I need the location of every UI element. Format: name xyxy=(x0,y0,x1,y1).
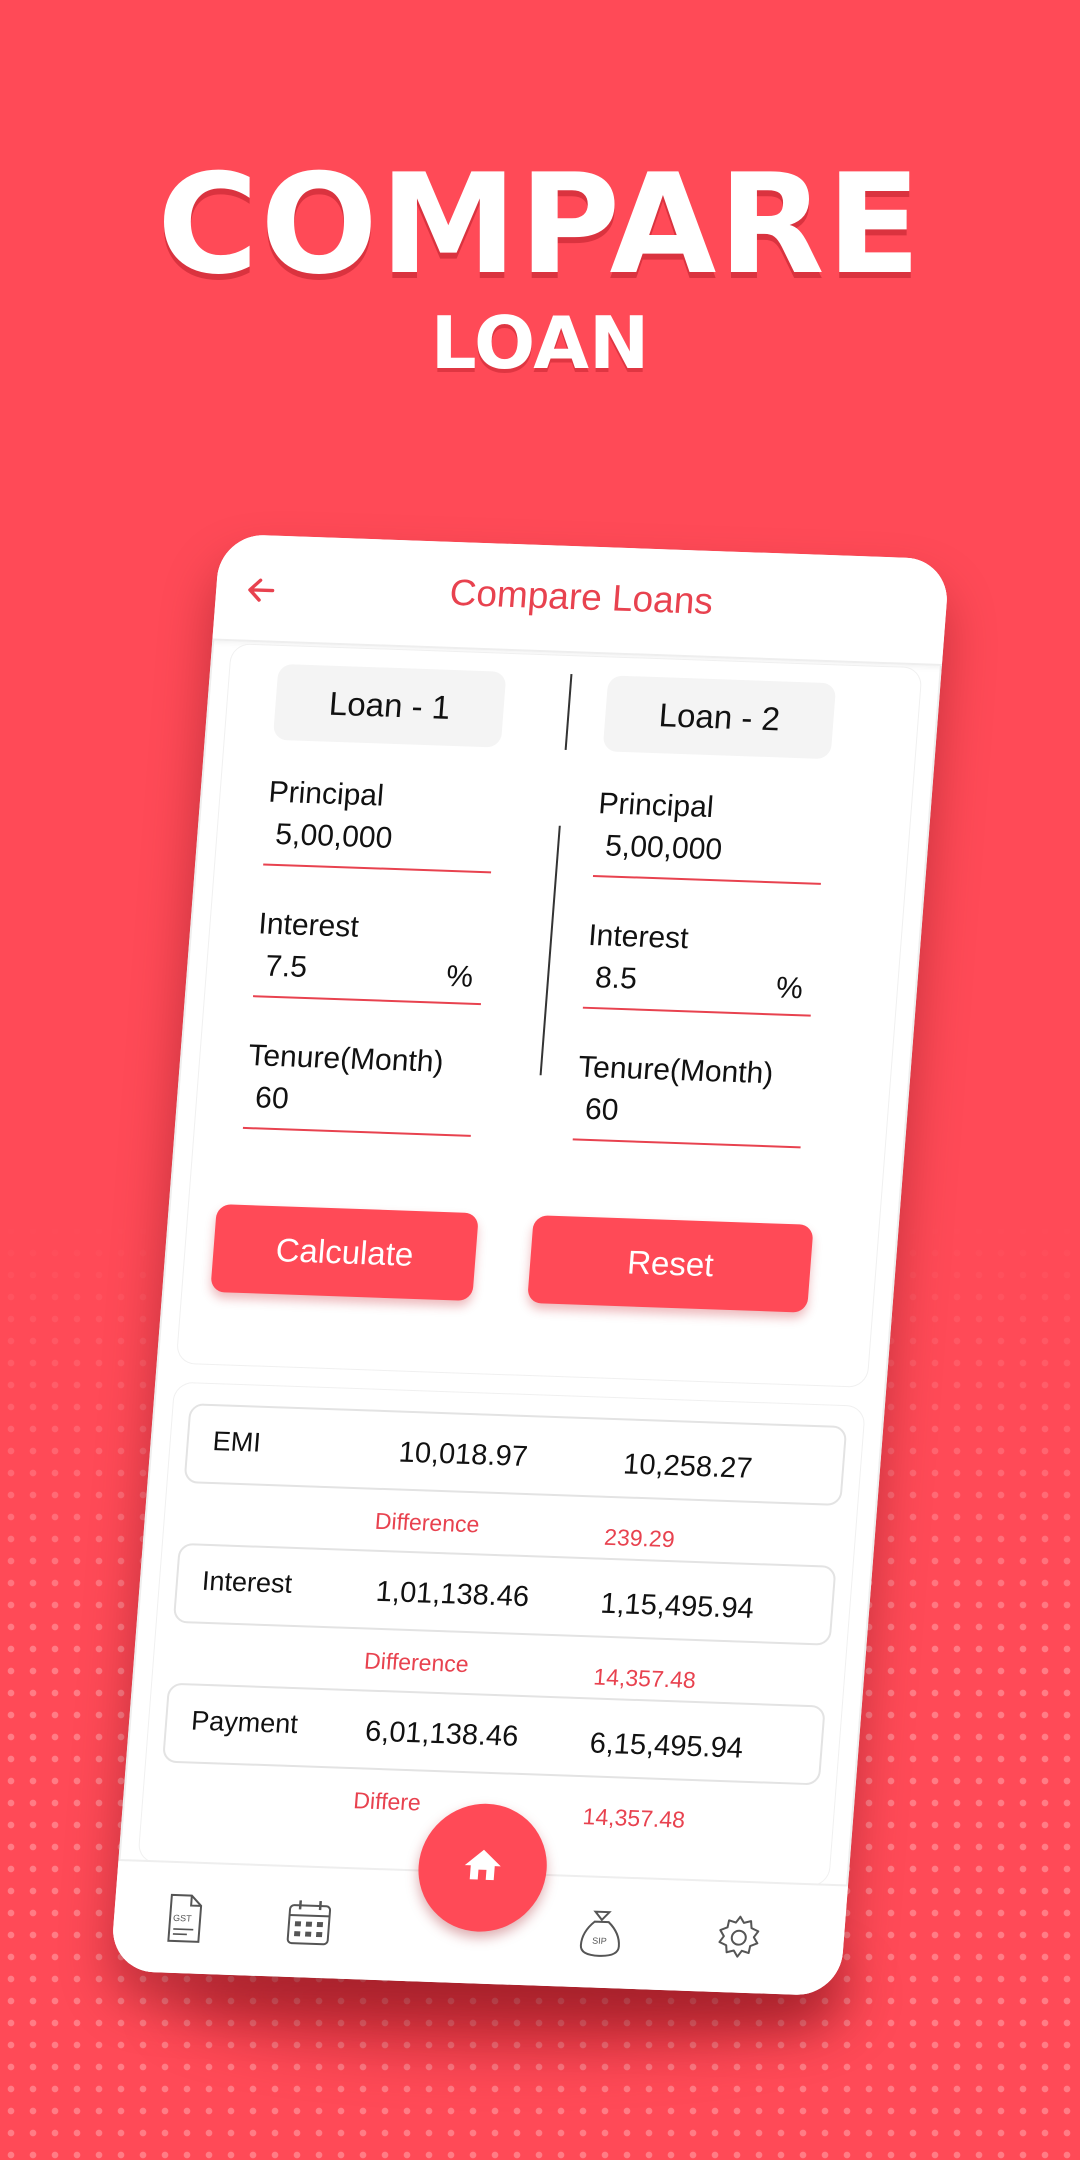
headline-subtitle: LOAN xyxy=(430,301,650,385)
reset-button[interactable]: Reset xyxy=(527,1215,814,1313)
result-name: Payment xyxy=(190,1705,299,1740)
input-underline xyxy=(252,995,482,1006)
headline: COMPARE LOAN xyxy=(0,150,1080,388)
input-underline xyxy=(572,1138,801,1149)
result-name: Interest xyxy=(200,1565,294,1599)
principal-input[interactable]: 5,00,000 xyxy=(274,818,495,864)
result-loan2-value: 10,258.27 xyxy=(622,1448,754,1485)
loan2-interest-field[interactable]: Interest 8.5 % xyxy=(582,918,818,1017)
loan1-principal-field[interactable]: Principal 5,00,000 xyxy=(263,776,498,874)
headline-title: COMPARE xyxy=(157,144,923,305)
sip-icon-text: SIP xyxy=(592,1936,607,1946)
interest-input[interactable]: 8.5 % xyxy=(594,961,815,1007)
input-underline xyxy=(582,1006,811,1017)
input-underline xyxy=(592,874,821,885)
tab-loan-1[interactable]: Loan - 1 xyxy=(272,663,507,748)
interest-value: 8.5 xyxy=(593,961,639,996)
tenure-input[interactable]: 60 xyxy=(583,1093,804,1139)
interest-input[interactable]: 7.5 % xyxy=(264,950,485,996)
loan1-tenure-field[interactable]: Tenure(Month) 60 xyxy=(242,1039,478,1137)
interest-label: Interest xyxy=(257,907,360,944)
result-row-interest: Interest 1,01,138.46 1,15,495.94 xyxy=(172,1542,837,1646)
difference-label: Difference xyxy=(363,1647,470,1678)
difference-value: 14,357.48 xyxy=(592,1663,697,1694)
interest-label: Interest xyxy=(587,918,690,956)
loan1-interest-field[interactable]: Interest 7.5 % xyxy=(252,907,488,1006)
settings-icon[interactable] xyxy=(712,1910,766,1966)
gst-icon-text: GST xyxy=(173,1913,193,1924)
tab-loan-2[interactable]: Loan - 2 xyxy=(602,675,837,760)
gst-icon[interactable]: GST xyxy=(156,1890,210,1946)
tenure-label: Tenure(Month) xyxy=(577,1050,775,1091)
input-underline xyxy=(263,863,492,874)
percent-sign: % xyxy=(445,959,475,994)
percent-sign: % xyxy=(774,971,805,1006)
principal-label: Principal xyxy=(597,787,715,825)
result-row-payment: Payment 6,01,138.46 6,15,495.94 xyxy=(162,1682,826,1786)
screen-title: Compare Loans xyxy=(448,571,715,622)
input-underline xyxy=(242,1126,471,1137)
result-loan1-value: 1,01,138.46 xyxy=(374,1575,531,1614)
column-divider xyxy=(539,825,561,1076)
phone-mockup: Compare Loans Loan - 1 Loan - 2 Principa… xyxy=(109,533,951,1997)
tenure-input[interactable]: 60 xyxy=(254,1081,475,1127)
difference-value: 239.29 xyxy=(603,1523,676,1553)
difference-value: 14,357.48 xyxy=(581,1803,687,1833)
result-loan1-value: 10,018.97 xyxy=(397,1436,529,1474)
sip-icon[interactable]: SIP xyxy=(574,1905,628,1961)
loan2-tenure-field[interactable]: Tenure(Month) 60 xyxy=(572,1050,808,1149)
principal-label: Principal xyxy=(267,775,386,813)
calendar-icon[interactable] xyxy=(282,1895,336,1951)
result-row-emi: EMI 10,018.97 10,258.27 xyxy=(183,1403,848,1507)
app-bar: Compare Loans xyxy=(212,533,951,667)
tab-divider xyxy=(564,674,573,750)
difference-label: Differe xyxy=(352,1787,422,1816)
loan2-principal-field[interactable]: Principal 5,00,000 xyxy=(592,787,828,885)
result-loan2-value: 6,15,495.94 xyxy=(588,1727,745,1765)
result-loan2-value: 1,15,495.94 xyxy=(599,1587,755,1625)
tenure-label: Tenure(Month) xyxy=(247,1039,445,1079)
result-loan1-value: 6,01,138.46 xyxy=(363,1715,520,1753)
calculate-button[interactable]: Calculate xyxy=(210,1204,479,1302)
difference-label: Difference xyxy=(374,1507,481,1538)
home-icon xyxy=(464,1849,501,1881)
interest-value: 7.5 xyxy=(264,949,309,985)
result-name: EMI xyxy=(211,1426,262,1458)
principal-input[interactable]: 5,00,000 xyxy=(604,829,825,875)
loan-input-card: Loan - 1 Loan - 2 Principal 5,00,000 Int… xyxy=(176,644,922,1387)
